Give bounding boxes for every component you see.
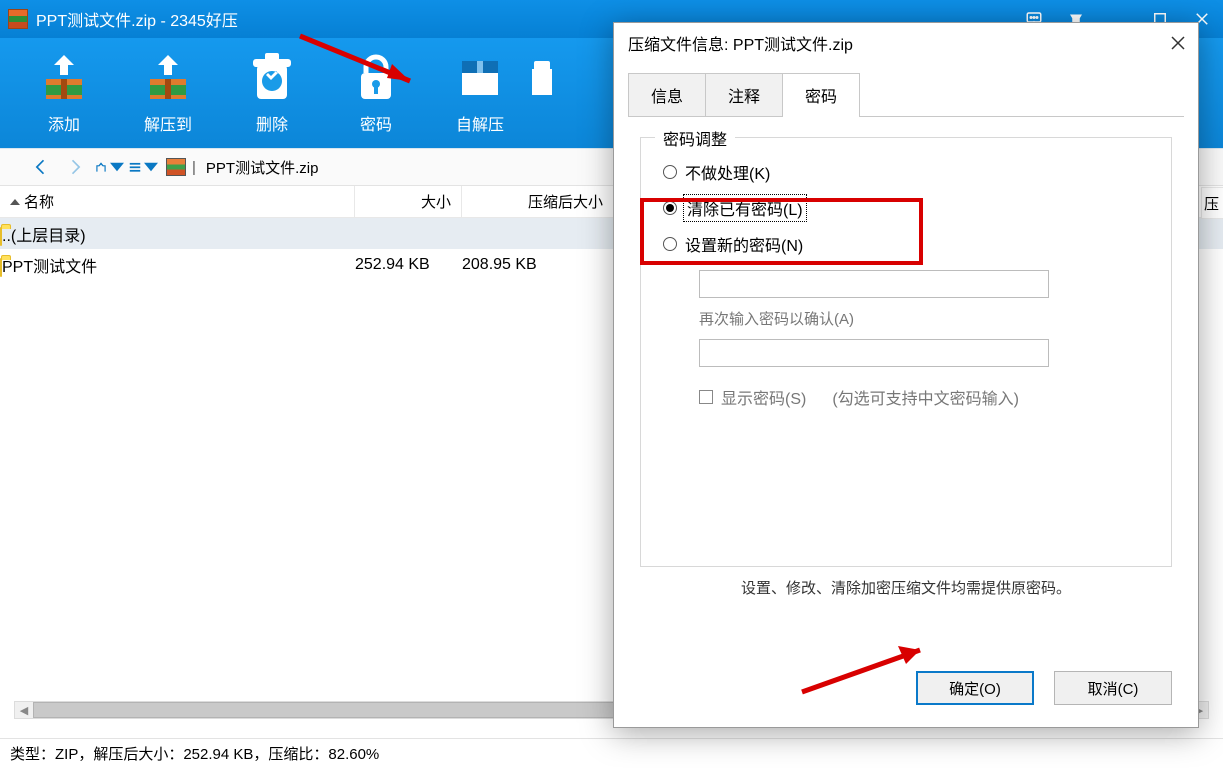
ok-button[interactable]: 确定(O) xyxy=(916,671,1034,705)
path-filename: PPT测试文件.zip xyxy=(206,157,319,178)
nav-forward-button[interactable] xyxy=(60,153,90,181)
tools-icon xyxy=(532,51,552,103)
sfx-icon xyxy=(452,51,508,103)
password-button[interactable]: 密码 xyxy=(324,38,428,148)
show-password-checkbox[interactable] xyxy=(699,390,713,404)
sfx-label: 自解压 xyxy=(456,111,504,135)
archive-icon xyxy=(166,158,186,176)
col-name[interactable]: 名称 xyxy=(0,186,355,217)
sfx-button[interactable]: 自解压 xyxy=(428,38,532,148)
password-groupbox: 密码调整 不做处理(K) 清除已有密码(L) 设置新的密码(N) 再次输入密码以… xyxy=(640,137,1172,567)
folder-icon xyxy=(0,258,2,277)
delete-label: 删除 xyxy=(256,111,288,135)
archive-info-dialog: 压缩文件信息: PPT测试文件.zip 信息 注释 密码 密码调整 不做处理(K… xyxy=(613,22,1199,728)
tab-password[interactable]: 密码 xyxy=(782,73,860,116)
app-icon xyxy=(8,9,28,29)
scroll-left-icon[interactable]: ◀ xyxy=(15,704,33,717)
status-text: 类型：ZIP，解压后大小：252.94 KB，压缩比：82.60% xyxy=(10,743,379,764)
col-csize[interactable]: 压缩后大小 xyxy=(462,186,614,217)
dialog-tabs: 信息 注释 密码 xyxy=(628,73,1198,116)
col-size[interactable]: 大小 xyxy=(355,186,462,217)
trash-icon xyxy=(244,51,300,103)
dialog-title: 压缩文件信息: PPT测试文件.zip xyxy=(614,23,1198,63)
tools-label: 工 xyxy=(532,111,552,135)
window-title: PPT测试文件.zip - 2345好压 xyxy=(36,7,238,31)
clipped-col: 压 xyxy=(1201,187,1223,219)
tools-button[interactable]: 工 xyxy=(532,38,552,148)
show-password-label: 显示密码(S) xyxy=(721,385,806,409)
password-label: 密码 xyxy=(360,111,392,135)
add-button[interactable]: 添加 xyxy=(12,38,116,148)
group-legend: 密码调整 xyxy=(655,126,735,150)
nav-up-button[interactable] xyxy=(94,153,124,181)
nav-back-button[interactable] xyxy=(26,153,56,181)
radio-no-action[interactable]: 不做处理(K) xyxy=(659,160,1153,184)
reenter-label: 再次输入密码以确认(A) xyxy=(699,308,1153,329)
add-icon xyxy=(36,51,92,103)
extract-icon xyxy=(140,51,196,103)
password-confirm-input[interactable] xyxy=(699,339,1049,367)
delete-button[interactable]: 删除 xyxy=(220,38,324,148)
status-bar: 类型：ZIP，解压后大小：252.94 KB，压缩比：82.60% xyxy=(0,738,1223,768)
tab-info[interactable]: 信息 xyxy=(628,73,706,116)
radio-clear-password[interactable]: 清除已有密码(L) xyxy=(659,196,1153,220)
lock-icon xyxy=(348,51,404,103)
extract-label: 解压到 xyxy=(144,111,192,135)
dialog-close-button[interactable] xyxy=(1166,31,1190,55)
tab-comment[interactable]: 注释 xyxy=(705,73,783,116)
radio-set-password[interactable]: 设置新的密码(N) xyxy=(659,232,1153,256)
nav-view-button[interactable] xyxy=(128,153,158,181)
add-label: 添加 xyxy=(48,111,80,135)
extract-button[interactable]: 解压到 xyxy=(116,38,220,148)
password-input[interactable] xyxy=(699,270,1049,298)
folder-icon xyxy=(0,227,2,246)
show-password-hint: (勾选可支持中文密码输入) xyxy=(832,385,1019,409)
cancel-button[interactable]: 取消(C) xyxy=(1054,671,1172,705)
dialog-note: 设置、修改、清除加密压缩文件均需提供原密码。 xyxy=(614,577,1198,598)
